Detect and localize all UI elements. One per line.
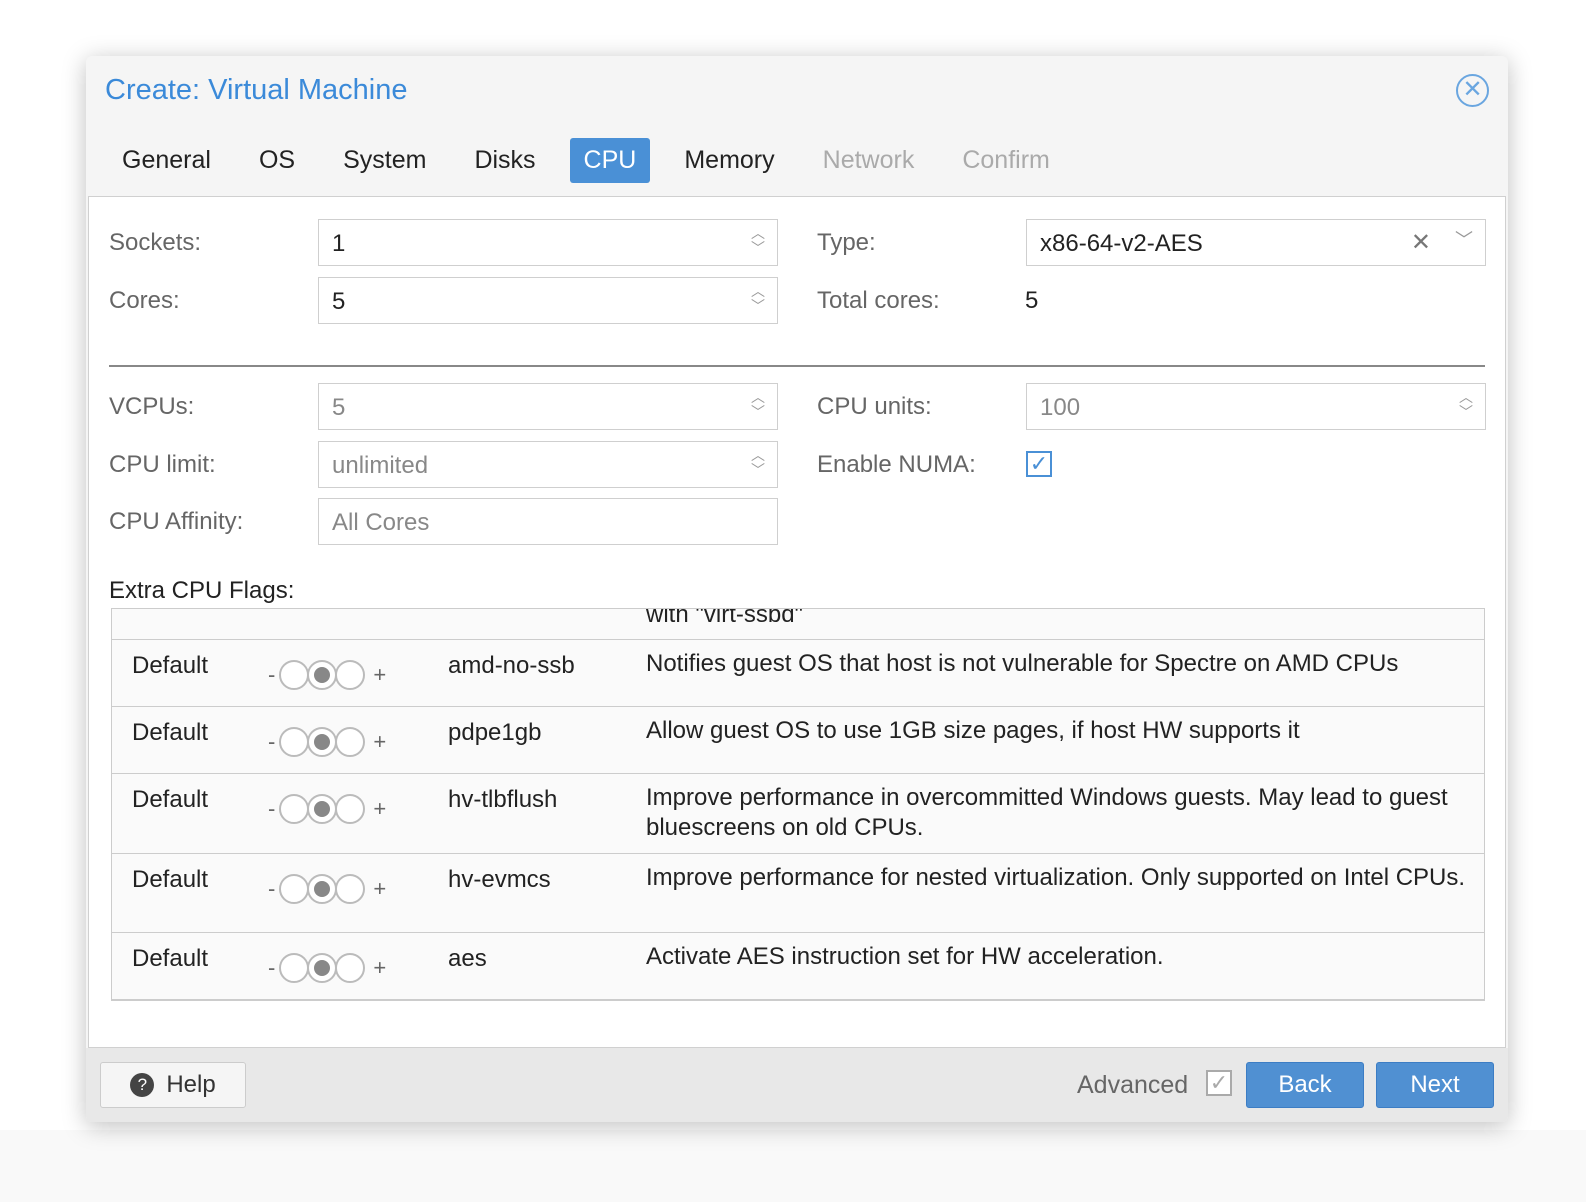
close-icon[interactable]: ✕ (1456, 74, 1489, 107)
tristate-toggle[interactable]: - + (268, 874, 386, 904)
cores-label: Cores: (109, 287, 180, 314)
on-radio[interactable] (335, 953, 366, 983)
total-cores-label: Total cores: (817, 287, 940, 314)
flag-name: hv-tlbflush (448, 786, 558, 813)
flag-description: Activate AES instruction set for HW acce… (646, 943, 1164, 970)
cpu-units-label: CPU units: (817, 393, 932, 420)
tristate-toggle[interactable]: - + (268, 794, 386, 824)
cpu-affinity-input[interactable]: All Cores (318, 498, 778, 545)
help-icon: ? (130, 1073, 155, 1097)
spinner-icon[interactable]: ︿ ﹀ (751, 390, 765, 420)
advanced-label: Advanced (1077, 1071, 1189, 1099)
spinner-icon[interactable]: ︿ ﹀ (751, 284, 765, 314)
spinner-icon[interactable]: ︿ ﹀ (1459, 390, 1473, 420)
table-row: Default - + aes Activate AES instruction … (112, 932, 1484, 999)
dialog-footer: ? Help Advanced ✓ Back Next (86, 1048, 1508, 1122)
tab-os[interactable]: OS (245, 138, 309, 183)
flag-state: Default (132, 786, 209, 813)
off-radio[interactable] (279, 794, 310, 824)
spinner-icon[interactable]: ︿ ﹀ (751, 226, 765, 256)
dialog-title: Create: Virtual Machine (105, 74, 408, 106)
flag-description: Allow guest OS to use 1GB size pages, if… (646, 717, 1300, 744)
numa-label: Enable NUMA: (817, 451, 976, 478)
clear-icon[interactable]: ✕ (1411, 228, 1431, 257)
flag-state: Default (132, 652, 209, 679)
default-radio[interactable] (307, 953, 338, 983)
extra-flags-label: Extra CPU Flags: (109, 577, 295, 604)
default-radio[interactable] (307, 727, 338, 757)
cpu-affinity-placeholder: All Cores (332, 509, 430, 536)
flag-name: pdpe1gb (448, 719, 542, 746)
type-select[interactable]: x86-64-v2-AES ✕ ﹀ (1026, 219, 1486, 266)
cpu-limit-value: unlimited (332, 452, 429, 479)
help-button[interactable]: ? Help (100, 1062, 246, 1108)
cpu-flags-grid[interactable]: with "virt-ssbd" Default - + amd-no-ssb N… (111, 608, 1485, 1001)
table-row: Default - + amd-no-ssb Notifies guest OS … (112, 639, 1484, 706)
off-radio[interactable] (279, 953, 310, 983)
on-radio[interactable] (335, 794, 366, 824)
off-radio[interactable] (279, 727, 310, 757)
default-radio[interactable] (307, 874, 338, 904)
tab-confirm: Confirm (962, 146, 1050, 174)
flag-name: aes (448, 945, 487, 972)
off-radio[interactable] (279, 660, 310, 690)
vcpus-label: VCPUs: (109, 393, 195, 420)
help-label: Help (166, 1071, 216, 1098)
flag-description: Improve performance in overcommitted Win… (646, 784, 1448, 841)
flag-state: Default (132, 945, 209, 972)
tab-general[interactable]: General (108, 138, 225, 183)
flag-description: with "virt-ssbd" (646, 608, 804, 628)
tristate-toggle[interactable]: - + (268, 727, 386, 757)
flag-state: Default (132, 719, 209, 746)
wizard-tabs: General OS System Disks CPU Memory Netwo… (108, 138, 1084, 183)
cpu-panel: Sockets: 1 ︿ ﹀ Cores: 5 ︿ ﹀ Type: x86-64-v2-… (88, 196, 1506, 1048)
on-radio[interactable] (335, 727, 366, 757)
on-radio[interactable] (335, 874, 366, 904)
divider (109, 365, 1485, 367)
chevron-down-icon[interactable]: ﹀ (1455, 226, 1473, 252)
flag-state: Default (132, 866, 209, 893)
sockets-label: Sockets: (109, 229, 202, 256)
flag-name: amd-no-ssb (448, 652, 575, 679)
sockets-value: 1 (332, 230, 346, 257)
table-row: Default - + hv-evmcs Improve performance … (112, 853, 1484, 932)
cpu-limit-input[interactable]: unlimited ︿ ﹀ (318, 441, 778, 488)
vcpus-value: 5 (332, 394, 346, 421)
next-button[interactable]: Next (1376, 1062, 1494, 1108)
tab-memory[interactable]: Memory (670, 138, 788, 183)
create-vm-dialog: Create: Virtual Machine ✕ General OS Sys… (86, 56, 1508, 1122)
cpu-units-input[interactable]: 100 ︿ ﹀ (1026, 383, 1486, 430)
sockets-input[interactable]: 1 ︿ ﹀ (318, 219, 778, 266)
type-label: Type: (817, 229, 876, 256)
table-row: Default - + hv-tlbflush Improve performan… (112, 773, 1484, 853)
numa-checkbox[interactable]: ✓ (1026, 451, 1052, 477)
off-radio[interactable] (279, 874, 310, 904)
tab-cpu[interactable]: CPU (569, 138, 651, 183)
page-background (0, 1130, 1586, 1202)
table-row: with "virt-ssbd" (112, 608, 1484, 639)
tab-disks[interactable]: Disks (460, 138, 549, 183)
tristate-toggle[interactable]: - + (268, 953, 386, 983)
tristate-toggle[interactable]: - + (268, 660, 386, 690)
default-radio[interactable] (307, 660, 338, 690)
default-radio[interactable] (307, 794, 338, 824)
tab-network: Network (822, 146, 915, 174)
back-button[interactable]: Back (1246, 1062, 1364, 1108)
flag-name: hv-evmcs (448, 866, 551, 893)
total-cores-value: 5 (1025, 287, 1039, 314)
type-value: x86-64-v2-AES (1040, 230, 1203, 257)
table-row: Default - + pdpe1gb Allow guest OS to use… (112, 706, 1484, 773)
advanced-checkbox[interactable]: ✓ (1206, 1070, 1232, 1096)
spinner-icon[interactable]: ︿ ﹀ (751, 448, 765, 478)
tab-system[interactable]: System (329, 138, 440, 183)
cores-input[interactable]: 5 ︿ ﹀ (318, 277, 778, 324)
cpu-limit-label: CPU limit: (109, 451, 216, 478)
on-radio[interactable] (335, 660, 366, 690)
cores-value: 5 (332, 288, 346, 315)
vcpus-input[interactable]: 5 ︿ ﹀ (318, 383, 778, 430)
cpu-affinity-label: CPU Affinity: (109, 508, 244, 535)
flag-description: Improve performance for nested virtualiz… (646, 864, 1466, 891)
cpu-units-value: 100 (1040, 394, 1081, 421)
flag-description: Notifies guest OS that host is not vulne… (646, 650, 1399, 677)
